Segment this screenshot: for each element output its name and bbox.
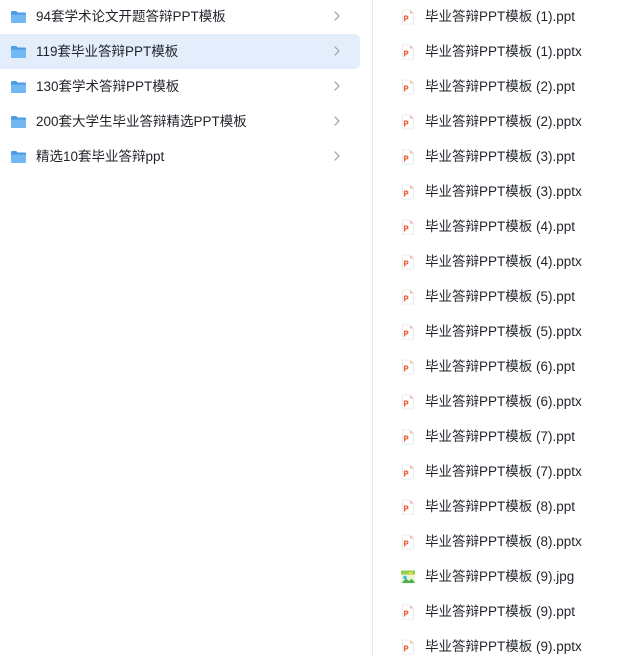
svg-text:P: P bbox=[403, 329, 409, 338]
file-label: 毕业答辩PPT模板 (1).ppt bbox=[425, 9, 576, 24]
ppt-file-icon: P bbox=[400, 429, 416, 445]
ppt-file-icon: P bbox=[400, 149, 416, 165]
folder-row[interactable]: 精选10套毕业答辩ppt bbox=[0, 139, 360, 174]
file-row[interactable]: P 毕业答辩PPT模板 (7).pptx bbox=[373, 454, 638, 489]
file-row[interactable]: P 毕业答辩PPT模板 (3).pptx bbox=[373, 174, 638, 209]
svg-text:P: P bbox=[403, 154, 409, 163]
svg-text:P: P bbox=[403, 504, 409, 513]
svg-text:P: P bbox=[403, 609, 409, 618]
svg-text:P: P bbox=[403, 49, 409, 58]
file-label: 毕业答辩PPT模板 (9).pptx bbox=[425, 639, 582, 654]
file-label: 毕业答辩PPT模板 (5).pptx bbox=[425, 324, 582, 339]
file-row[interactable]: P 毕业答辩PPT模板 (6).pptx bbox=[373, 384, 638, 419]
chevron-right-icon bbox=[330, 114, 344, 128]
file-row[interactable]: P 毕业答辩PPT模板 (4).pptx bbox=[373, 244, 638, 279]
ppt-file-icon: P bbox=[400, 114, 416, 130]
file-row[interactable]: P 毕业答辩PPT模板 (8).ppt bbox=[373, 489, 638, 524]
folder-label: 精选10套毕业答辩ppt bbox=[36, 149, 165, 164]
svg-text:P: P bbox=[403, 84, 409, 93]
ppt-file-icon: P bbox=[400, 604, 416, 620]
file-row[interactable]: 毕业答辩PPT模板 (9).jpg bbox=[373, 559, 638, 594]
svg-text:P: P bbox=[403, 644, 409, 653]
ppt-file-icon: P bbox=[400, 324, 416, 340]
file-row[interactable]: P 毕业答辩PPT模板 (2).pptx bbox=[373, 104, 638, 139]
ppt-file-icon: P bbox=[400, 534, 416, 550]
svg-text:P: P bbox=[403, 294, 409, 303]
file-row[interactable]: P 毕业答辩PPT模板 (3).ppt bbox=[373, 139, 638, 174]
file-label: 毕业答辩PPT模板 (8).pptx bbox=[425, 534, 582, 549]
svg-text:P: P bbox=[403, 224, 409, 233]
svg-text:P: P bbox=[403, 259, 409, 268]
file-label: 毕业答辩PPT模板 (4).ppt bbox=[425, 219, 576, 234]
folder-row[interactable]: 119套毕业答辩PPT模板 bbox=[0, 34, 360, 69]
svg-text:P: P bbox=[403, 119, 409, 128]
svg-text:P: P bbox=[403, 364, 409, 373]
file-label: 毕业答辩PPT模板 (2).ppt bbox=[425, 79, 576, 94]
folder-icon bbox=[10, 150, 27, 164]
ppt-file-icon: P bbox=[400, 219, 416, 235]
file-label: 毕业答辩PPT模板 (3).ppt bbox=[425, 149, 576, 164]
folder-icon bbox=[10, 10, 27, 24]
ppt-file-icon: P bbox=[400, 394, 416, 410]
svg-text:P: P bbox=[403, 399, 409, 408]
file-row[interactable]: P 毕业答辩PPT模板 (7).ppt bbox=[373, 419, 638, 454]
svg-text:P: P bbox=[403, 539, 409, 548]
chevron-right-icon bbox=[330, 9, 344, 23]
folder-label: 119套毕业答辩PPT模板 bbox=[36, 44, 179, 59]
folder-icon bbox=[10, 45, 27, 59]
file-label: 毕业答辩PPT模板 (4).pptx bbox=[425, 254, 582, 269]
file-row[interactable]: P 毕业答辩PPT模板 (2).ppt bbox=[373, 69, 638, 104]
folder-list-pane: 94套学术论文开题答辩PPT模板 119套毕业答辩PPT模板 130套学术答辩PPT… bbox=[0, 0, 372, 657]
file-label: 毕业答辩PPT模板 (9).ppt bbox=[425, 604, 576, 619]
file-label: 毕业答辩PPT模板 (2).pptx bbox=[425, 114, 582, 129]
file-label: 毕业答辩PPT模板 (8).ppt bbox=[425, 499, 576, 514]
file-label: 毕业答辩PPT模板 (6).ppt bbox=[425, 359, 576, 374]
file-row[interactable]: P 毕业答辩PPT模板 (6).ppt bbox=[373, 349, 638, 384]
ppt-file-icon: P bbox=[400, 359, 416, 375]
folder-icon bbox=[10, 115, 27, 129]
file-label: 毕业答辩PPT模板 (5).ppt bbox=[425, 289, 576, 304]
chevron-right-icon bbox=[330, 149, 344, 163]
file-row[interactable]: P 毕业答辩PPT模板 (1).ppt bbox=[373, 0, 638, 34]
file-label: 毕业答辩PPT模板 (1).pptx bbox=[425, 44, 582, 59]
ppt-file-icon: P bbox=[400, 79, 416, 95]
svg-text:P: P bbox=[403, 189, 409, 198]
file-row[interactable]: P 毕业答辩PPT模板 (1).pptx bbox=[373, 34, 638, 69]
file-row[interactable]: P 毕业答辩PPT模板 (5).ppt bbox=[373, 279, 638, 314]
ppt-file-icon: P bbox=[400, 9, 416, 25]
file-list-pane: P 毕业答辩PPT模板 (1).ppt P 毕业答辩PPT模板 (1).pptx P 毕业… bbox=[373, 0, 638, 657]
folder-row[interactable]: 130套学术答辩PPT模板 bbox=[0, 69, 360, 104]
svg-text:P: P bbox=[403, 469, 409, 478]
folder-label: 200套大学生毕业答辩精选PPT模板 bbox=[36, 114, 247, 129]
image-file-icon bbox=[400, 569, 416, 585]
folder-label: 94套学术论文开题答辩PPT模板 bbox=[36, 9, 226, 24]
chevron-right-icon bbox=[330, 44, 344, 58]
file-label: 毕业答辩PPT模板 (6).pptx bbox=[425, 394, 582, 409]
ppt-file-icon: P bbox=[400, 184, 416, 200]
ppt-file-icon: P bbox=[400, 44, 416, 60]
ppt-file-icon: P bbox=[400, 289, 416, 305]
ppt-file-icon: P bbox=[400, 254, 416, 270]
folder-icon bbox=[10, 80, 27, 94]
file-row[interactable]: P 毕业答辩PPT模板 (8).pptx bbox=[373, 524, 638, 559]
file-row[interactable]: P 毕业答辩PPT模板 (5).pptx bbox=[373, 314, 638, 349]
file-label: 毕业答辩PPT模板 (7).pptx bbox=[425, 464, 582, 479]
file-label: 毕业答辩PPT模板 (3).pptx bbox=[425, 184, 582, 199]
file-row[interactable]: P 毕业答辩PPT模板 (4).ppt bbox=[373, 209, 638, 244]
file-row[interactable]: P 毕业答辩PPT模板 (9).pptx bbox=[373, 629, 638, 664]
ppt-file-icon: P bbox=[400, 464, 416, 480]
file-row[interactable]: P 毕业答辩PPT模板 (9).ppt bbox=[373, 594, 638, 629]
ppt-file-icon: P bbox=[400, 639, 416, 655]
folder-row[interactable]: 94套学术论文开题答辩PPT模板 bbox=[0, 0, 360, 34]
folder-row[interactable]: 200套大学生毕业答辩精选PPT模板 bbox=[0, 104, 360, 139]
ppt-file-icon: P bbox=[400, 499, 416, 515]
svg-text:P: P bbox=[403, 434, 409, 443]
chevron-right-icon bbox=[330, 79, 344, 93]
file-label: 毕业答辩PPT模板 (7).ppt bbox=[425, 429, 576, 444]
file-label: 毕业答辩PPT模板 (9).jpg bbox=[425, 569, 575, 584]
svg-text:P: P bbox=[403, 14, 409, 23]
folder-label: 130套学术答辩PPT模板 bbox=[36, 79, 180, 94]
